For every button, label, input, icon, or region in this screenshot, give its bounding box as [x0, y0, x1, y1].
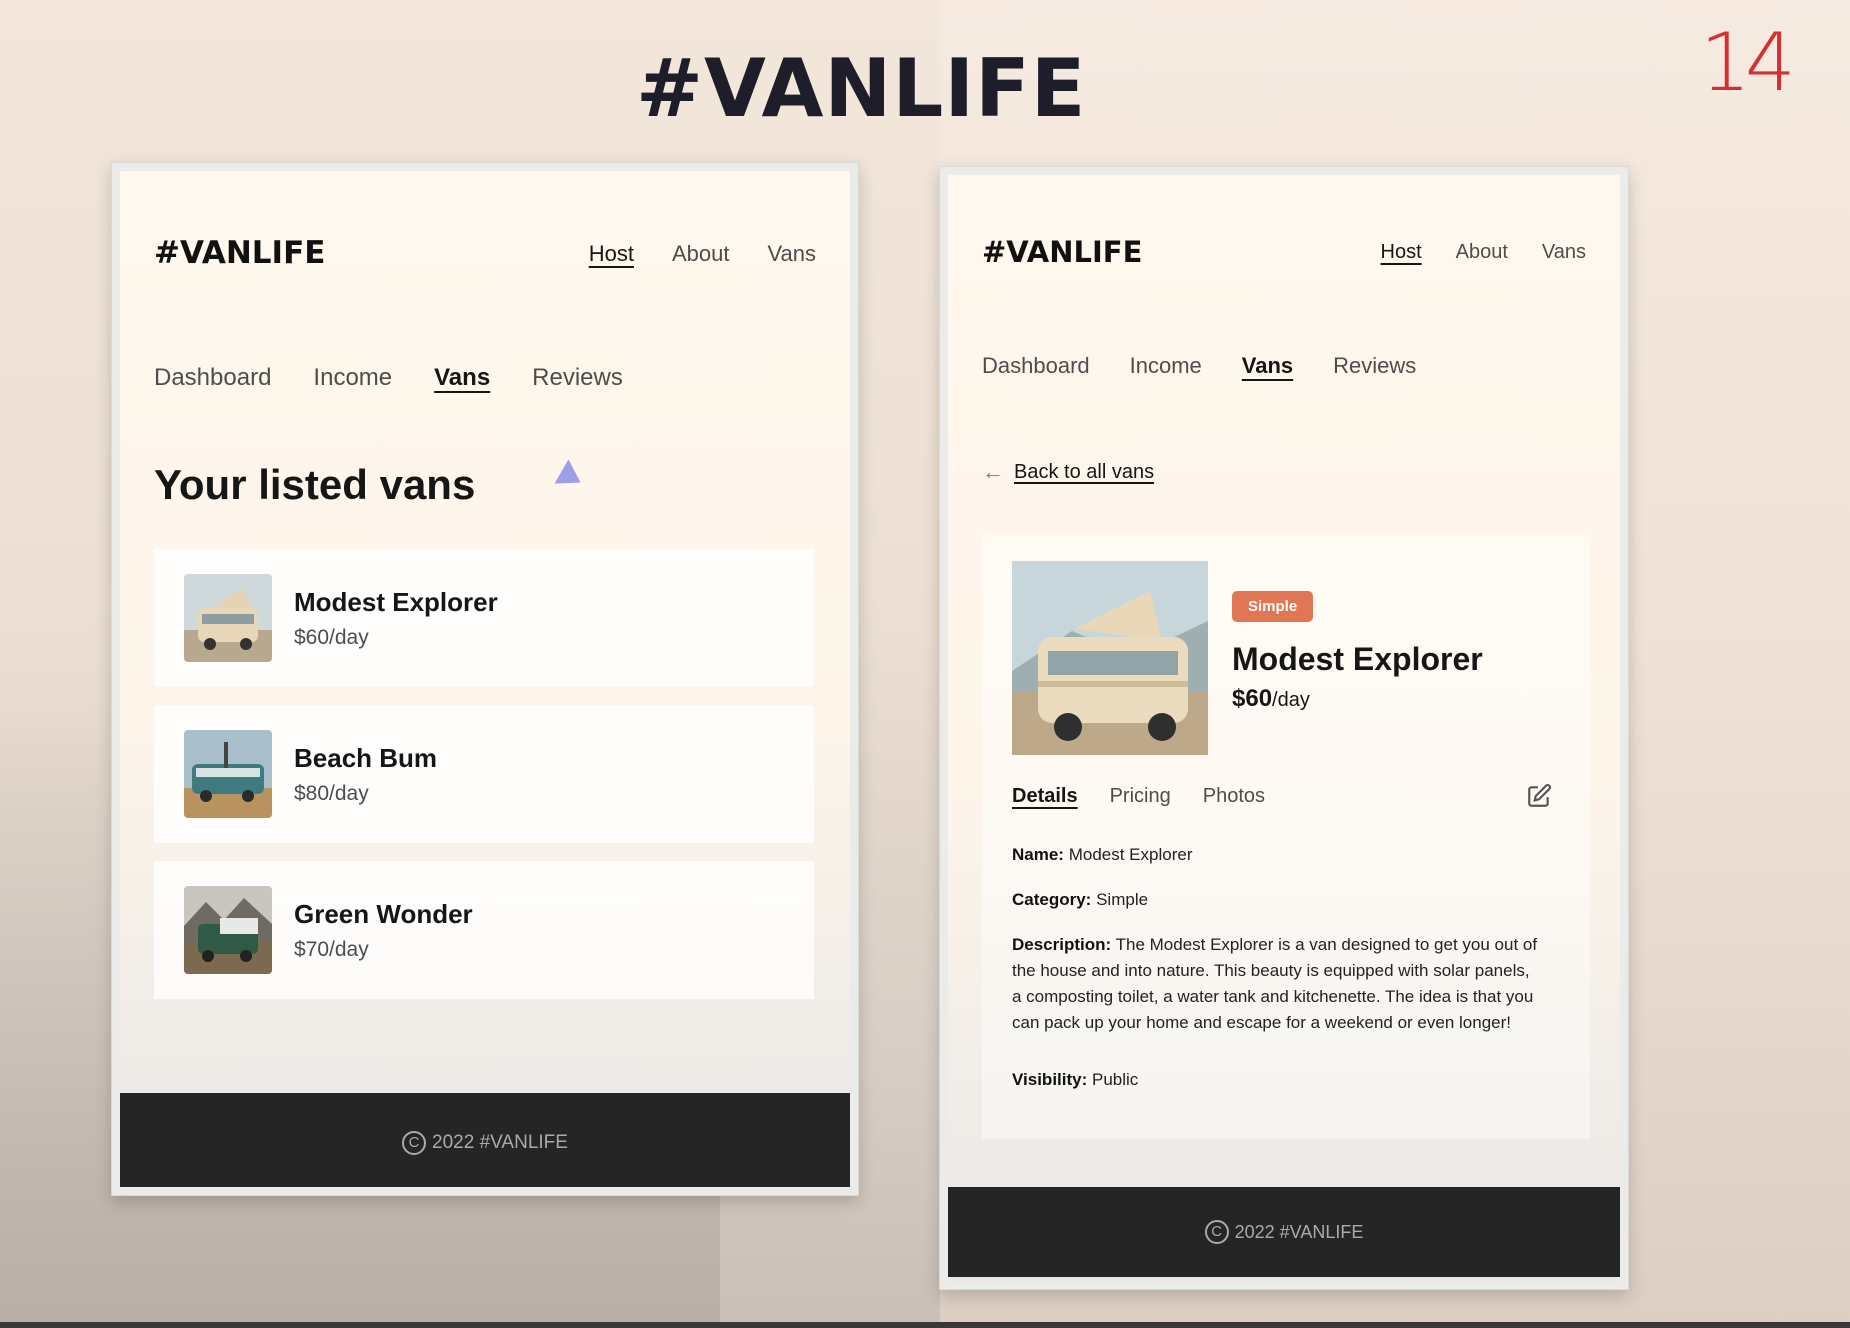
- detail-visibility-row: Visibility: Public: [1012, 1070, 1139, 1089]
- page-heading: Your listed vans: [154, 461, 476, 508]
- top-nav: #VANLIFE Host About Vans: [154, 235, 816, 275]
- nav-link-vans[interactable]: Vans: [767, 241, 816, 267]
- category-badge: Simple: [1232, 591, 1314, 622]
- subnav-reviews[interactable]: Reviews: [532, 364, 623, 392]
- nav-links: Host About Vans: [1381, 241, 1587, 264]
- bottom-strip: [0, 1322, 1850, 1328]
- mouse-cursor-icon: [554, 459, 588, 495]
- nav-link-host[interactable]: Host: [589, 241, 634, 267]
- nav-link-about[interactable]: About: [1456, 241, 1508, 264]
- edit-icon[interactable]: [1526, 783, 1552, 809]
- van-price: $60/day: [294, 625, 369, 649]
- subnav-vans[interactable]: Vans: [434, 364, 490, 392]
- left-mockup-frame: #VANLIFE Host About Vans Dashboard Incom…: [111, 162, 859, 1196]
- van-list: Modest Explorer $60/day Beach Bum $80/da…: [154, 549, 814, 1017]
- right-mockup-frame: #VANLIFE Host About Vans Dashboard Incom…: [939, 166, 1629, 1290]
- detail-tabs: Details Pricing Photos: [1012, 785, 1265, 808]
- footer: C 2022 #VANLIFE: [120, 1093, 850, 1187]
- slide-title: #VANLIFE: [636, 42, 1087, 135]
- back-link-label: Back to all vans: [1014, 460, 1155, 483]
- van-card-green-wonder[interactable]: Green Wonder $70/day: [154, 861, 814, 999]
- van-name: Beach Bum: [294, 742, 438, 773]
- footer-text: 2022 #VANLIFE: [432, 1132, 568, 1153]
- tab-details[interactable]: Details: [1012, 785, 1078, 808]
- van-card-modest-explorer[interactable]: Modest Explorer $60/day: [154, 549, 814, 687]
- subnav-income[interactable]: Income: [1130, 353, 1202, 379]
- subnav-income[interactable]: Income: [313, 364, 392, 392]
- subnav-reviews[interactable]: Reviews: [1333, 353, 1416, 379]
- top-nav: #VANLIFE Host About Vans: [982, 235, 1586, 275]
- van-card-beach-bum[interactable]: Beach Bum $80/day: [154, 705, 814, 843]
- subnav-vans[interactable]: Vans: [1242, 353, 1293, 379]
- van-price: $70/day: [294, 937, 369, 961]
- copyright-icon: C: [402, 1131, 427, 1155]
- van-name: Modest Explorer: [294, 586, 498, 617]
- tab-pricing[interactable]: Pricing: [1110, 785, 1171, 808]
- nav-link-host[interactable]: Host: [1381, 241, 1422, 264]
- subnav-dashboard[interactable]: Dashboard: [154, 364, 271, 392]
- van-thumbnail: [184, 574, 272, 662]
- detail-category-row: Category: Simple: [1012, 890, 1149, 909]
- right-screen: #VANLIFE Host About Vans Dashboard Incom…: [948, 175, 1620, 1281]
- nav-link-vans[interactable]: Vans: [1542, 241, 1586, 264]
- subnav-dashboard[interactable]: Dashboard: [982, 353, 1090, 379]
- detail-description-row: Description: The Modest Explorer is a va…: [1012, 935, 1538, 1032]
- host-subnav: Dashboard Income Vans Reviews: [982, 353, 1416, 379]
- nav-link-about[interactable]: About: [672, 241, 730, 267]
- back-link[interactable]: ← Back to all vans: [982, 459, 1154, 485]
- van-detail-name: Modest Explorer: [1232, 641, 1483, 677]
- van-price: $80/day: [294, 781, 369, 805]
- van-thumbnail: [184, 886, 272, 974]
- arrow-left-icon: ←: [982, 459, 1004, 484]
- detail-name-row: Name: Modest Explorer: [1012, 845, 1193, 864]
- footer: C 2022 #VANLIFE: [948, 1187, 1620, 1277]
- copyright-icon: C: [1204, 1220, 1229, 1244]
- footer-text: 2022 #VANLIFE: [1234, 1221, 1364, 1242]
- van-thumbnail: [184, 730, 272, 818]
- van-name: Green Wonder: [294, 898, 473, 929]
- left-screen: #VANLIFE Host About Vans Dashboard Incom…: [120, 171, 850, 1187]
- van-detail-card: Simple Modest Explorer $60/day Details P…: [982, 535, 1590, 1139]
- van-detail-price: $60/day: [1232, 685, 1310, 712]
- nav-links: Host About Vans: [589, 241, 816, 267]
- tab-photos[interactable]: Photos: [1203, 785, 1265, 808]
- van-detail-image: [1012, 561, 1208, 755]
- host-subnav: Dashboard Income Vans Reviews: [154, 364, 623, 392]
- page-number: 14: [1700, 16, 1796, 109]
